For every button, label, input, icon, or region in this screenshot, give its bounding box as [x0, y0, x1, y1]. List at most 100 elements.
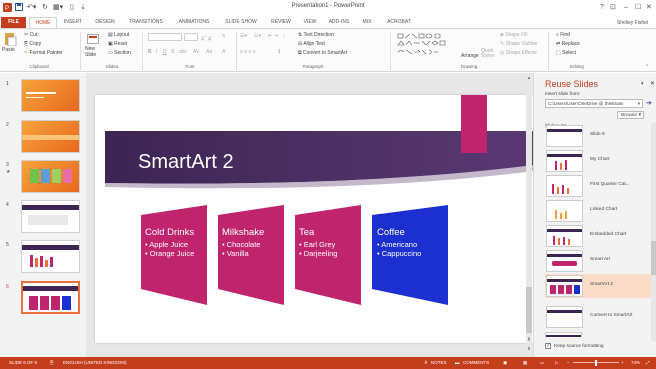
bold-icon[interactable]: B — [148, 49, 152, 56]
tab-slide-show[interactable]: SLIDE SHOW — [220, 17, 262, 28]
pane-options-icon[interactable]: ▾ — [641, 81, 644, 87]
go-arrow-icon[interactable]: ➔ — [646, 99, 652, 107]
tab-animations[interactable]: ANIMATIONS — [172, 17, 216, 28]
tab-insert[interactable]: INSERT — [60, 17, 86, 28]
scrollbar-thumb[interactable] — [526, 287, 532, 333]
tab-home[interactable]: HOME — [29, 17, 57, 28]
reading-view-icon[interactable]: ▭ — [540, 357, 544, 369]
numbering-icon[interactable]: ☷▾ — [254, 33, 261, 40]
smartart-text-coffee[interactable]: Coffee • Americano • Cappuccino — [377, 227, 421, 258]
tab-file[interactable]: FILE — [1, 17, 26, 28]
comments-button[interactable]: COMMENTS — [463, 357, 489, 369]
reuse-slide-item[interactable]: Linked Chart — [545, 199, 651, 223]
pane-scrollbar[interactable] — [651, 123, 656, 341]
shape-outline-button[interactable]: ✎ Shape Outline — [500, 41, 537, 48]
new-slide-button[interactable]: New Slide — [85, 46, 105, 58]
line-spacing-icon[interactable]: ↕ — [283, 33, 286, 40]
shapes-gallery[interactable] — [396, 32, 454, 60]
language-indicator[interactable]: ENGLISH (UNITED KINGDOM) — [63, 357, 127, 369]
reuse-slide-item[interactable]: First Quarter Cat... — [545, 174, 651, 198]
format-painter-button[interactable]: ✎ Format Painter — [24, 50, 63, 57]
slide-canvas[interactable]: SmartArt 2 Cold Drinks • Apple Juice • O… — [95, 95, 534, 343]
bullets-icon[interactable]: ☰▾ — [240, 33, 247, 40]
reuse-slide-item[interactable]: My Chart — [545, 149, 651, 173]
quick-styles-button[interactable]: Quick Styles — [481, 49, 495, 59]
cut-button[interactable]: ✂ Cut — [24, 32, 37, 39]
font-color-icon[interactable]: A — [222, 49, 225, 56]
zoom-in-icon[interactable]: + — [621, 357, 624, 369]
reuse-slide-item[interactable]: Convert to SmartArt — [545, 305, 651, 329]
keep-formatting-checkbox[interactable]: ✓ — [545, 343, 551, 349]
close-button[interactable]: ✕ — [646, 3, 652, 13]
zoom-out-icon[interactable]: – — [567, 357, 570, 369]
shadow-icon[interactable]: S — [171, 49, 174, 56]
font-name-box[interactable] — [148, 33, 182, 41]
font-size-box[interactable] — [184, 33, 198, 41]
normal-view-icon[interactable]: ▣ — [503, 357, 507, 369]
spacing-icon[interactable]: AV — [193, 49, 199, 56]
zoom-slider-thumb[interactable] — [595, 360, 597, 366]
replace-button[interactable]: ⇄ Replace — [556, 41, 580, 48]
paste-button[interactable]: Paste — [2, 47, 15, 54]
shape-fill-button[interactable]: ◈ Shape Fill — [500, 32, 527, 39]
tab-transitions[interactable]: TRANSITIONS — [124, 17, 168, 28]
smartart-text-milkshake[interactable]: Milkshake • Chocolate • Vanilla — [222, 227, 264, 258]
minimize-button[interactable]: – — [624, 3, 628, 13]
reuse-slide-item[interactable]: Embedded Chart — [545, 224, 651, 248]
convert-smartart-button[interactable]: ⧉ Convert to SmartArt — [298, 50, 347, 57]
slide-thumbnail-5[interactable] — [21, 240, 80, 273]
shape-effects-button[interactable]: ◎ Shape Effects — [500, 50, 537, 57]
slide-show-icon[interactable]: ▷ — [555, 357, 558, 369]
notes-button[interactable]: NOTES — [431, 357, 447, 369]
section-button[interactable]: ▭ Section — [108, 50, 131, 57]
paste-icon[interactable] — [3, 32, 17, 47]
tab-design[interactable]: DESIGN — [90, 17, 120, 28]
underline-icon[interactable]: U — [163, 49, 167, 56]
browse-button[interactable]: Browse ▾ — [617, 111, 644, 119]
arrange-button[interactable]: Arrange — [461, 53, 479, 60]
find-button[interactable]: ⌕ Find — [556, 32, 570, 39]
help-button[interactable]: ? — [600, 3, 604, 13]
slide-sorter-icon[interactable]: ▦ — [523, 357, 527, 369]
align-icons[interactable]: ≡ ≡ ≡ ≡ — [240, 49, 256, 56]
tab-view[interactable]: VIEW — [299, 17, 321, 28]
pane-close-icon[interactable]: ✕ — [650, 80, 655, 87]
tab-add-ins[interactable]: ADD-INS — [324, 17, 354, 28]
reuse-slide-item[interactable]: Smart Art — [545, 249, 651, 273]
clear-formatting-icon[interactable]: ⦸ — [222, 33, 225, 40]
strikethrough-icon[interactable]: abc — [179, 49, 187, 56]
collapse-ribbon-icon[interactable]: ⌃ — [645, 64, 649, 71]
vertical-scrollbar[interactable]: ▴ ⇞ ⇟ — [526, 75, 532, 355]
slide-thumbnail-4[interactable] — [21, 200, 80, 233]
layout-button[interactable]: ▤ Layout — [108, 32, 129, 39]
fit-slide-icon[interactable]: ⤢ — [646, 357, 650, 369]
scroll-up-icon[interactable]: ▴ — [526, 75, 532, 81]
smartart-text-tea[interactable]: Tea • Earl Grey • Darjeeling — [299, 227, 337, 258]
spellcheck-icon[interactable]: ⎘ — [50, 357, 54, 369]
change-case-icon[interactable]: Aa — [206, 49, 212, 56]
columns-icon[interactable]: ⫼ — [278, 49, 280, 56]
italic-icon[interactable]: I — [156, 49, 157, 56]
slide-thumbnail-6[interactable] — [21, 281, 80, 314]
pane-scrollbar-thumb[interactable] — [651, 241, 656, 275]
new-slide-icon[interactable] — [87, 32, 99, 44]
reuse-slide-item[interactable]: Slide 8 — [545, 124, 651, 148]
previous-slide-icon[interactable]: ⇞ — [526, 337, 532, 343]
reset-button[interactable]: ▣ Reset — [108, 41, 127, 48]
zoom-level[interactable]: 74% — [631, 357, 640, 369]
reuse-slide-item-selected[interactable]: SmartArt 2 — [545, 274, 651, 298]
select-button[interactable]: ⬚ Select — [556, 50, 576, 57]
copy-button[interactable]: ⎘ Copy — [24, 41, 41, 48]
slide-thumbnail-2[interactable] — [21, 120, 80, 153]
tab-review[interactable]: REVIEW — [266, 17, 296, 28]
slide-thumbnail-1[interactable] — [21, 79, 80, 112]
text-direction-button[interactable]: ⇅ Text Direction — [298, 32, 334, 39]
grow-font-icon[interactable]: A+ A- — [201, 33, 213, 44]
align-text-button[interactable]: ⊟ Align Text — [298, 41, 325, 48]
tab-mix[interactable]: MIX — [357, 17, 377, 28]
path-combobox[interactable]: C:\Users\User\OneDrive @ theittraini ▾ — [545, 99, 643, 108]
maximize-button[interactable]: ☐ — [635, 3, 641, 13]
slide-thumbnail-3[interactable] — [21, 160, 80, 193]
next-slide-icon[interactable]: ⇟ — [526, 346, 532, 352]
tab-acrobat[interactable]: ACROBAT — [381, 17, 417, 28]
